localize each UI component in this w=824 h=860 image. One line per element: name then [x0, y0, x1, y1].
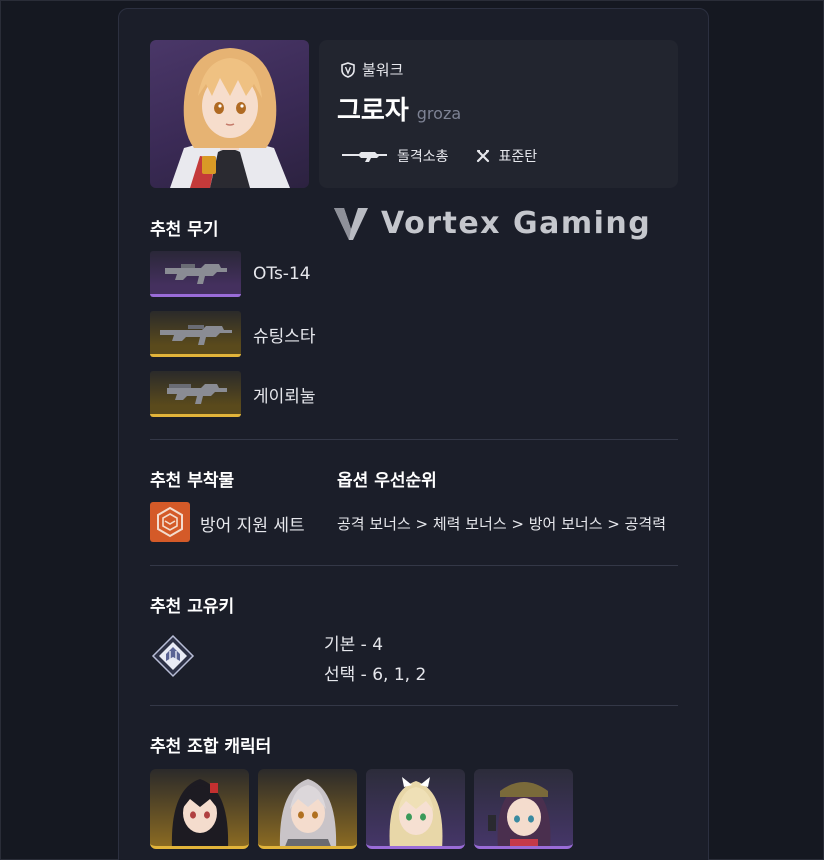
section-divider: [150, 705, 678, 706]
ammo-crossed-bullets-icon: [476, 149, 489, 163]
weapon-thumbnail: [150, 251, 241, 297]
weapon-type-label: 돌격소총: [397, 149, 449, 165]
vortex-gaming-logo: Vortex Gaming: [333, 206, 651, 241]
weapon-type-tag: 돌격소총: [341, 146, 449, 166]
recommended-attachments-title: 추천 부착물: [150, 471, 235, 491]
weapon-thumbnail: [150, 371, 241, 417]
character-portrait: [150, 40, 309, 188]
team-member-portrait[interactable]: [150, 769, 249, 849]
groza-portrait-illustration: [170, 48, 290, 188]
weapon-name: 게이뢰눌: [253, 386, 316, 407]
weapon-name: OTs-14: [253, 264, 311, 284]
section-divider: [150, 565, 678, 566]
vortex-gaming-logo-text: Vortex Gaming: [381, 206, 652, 241]
rifle-icon: [164, 263, 227, 284]
team-member-portrait[interactable]: [474, 769, 573, 849]
character-name-row: 그로자 groza: [337, 90, 461, 127]
attachment-set-name: 방어 지원 세트: [200, 516, 305, 536]
faction-name: 불워크: [362, 61, 404, 79]
character-tags: 돌격소총 표준탄: [341, 146, 537, 166]
character-name-en: groza: [416, 104, 462, 123]
assault-rifle-icon: [342, 152, 387, 162]
key-basic-text: 기본 - 4: [324, 635, 384, 655]
team-member-illustration: [488, 782, 551, 846]
team-member-illustration: [389, 777, 443, 846]
defense-support-set-icon[interactable]: [150, 502, 190, 542]
key-select-text: 선택 - 6, 1, 2: [324, 665, 427, 685]
recommended-weapons-title: 추천 무기: [150, 220, 219, 240]
recommended-team-title: 추천 조합 캐릭터: [150, 737, 272, 757]
team-member-illustration: [279, 779, 337, 846]
ammo-type-label: 표준탄: [498, 149, 538, 165]
team-member-illustration: [171, 779, 229, 846]
weapon-item[interactable]: 게이뢰눌: [150, 371, 316, 417]
vortex-v-icon: [334, 207, 368, 240]
weapon-name: 슈팅스타: [253, 326, 316, 347]
section-divider: [150, 439, 678, 440]
weapon-item[interactable]: OTs-14: [150, 251, 311, 297]
rifle-icon: [159, 324, 232, 345]
weapon-item[interactable]: 슈팅스타: [150, 311, 316, 357]
option-priority-title: 옵션 우선순위: [337, 471, 437, 491]
character-name: 그로자: [337, 96, 409, 126]
bulwark-shield-icon: [341, 61, 355, 78]
faction-row: 불워크: [341, 59, 403, 80]
team-members-row: [150, 769, 573, 849]
unique-key-icon[interactable]: [150, 633, 196, 679]
option-priority-text: 공격 보너스 > 체력 보너스 > 방어 보너스 > 공격력: [337, 515, 667, 533]
team-member-portrait[interactable]: [258, 769, 357, 849]
ammo-type-tag: 표준탄: [475, 146, 538, 166]
weapon-thumbnail: [150, 311, 241, 357]
recommended-key-title: 추천 고유키: [150, 597, 235, 617]
rifle-icon: [166, 383, 227, 404]
team-member-portrait[interactable]: [366, 769, 465, 849]
character-info-panel: 불워크 그로자 groza 돌격소총 표준탄: [319, 40, 678, 188]
